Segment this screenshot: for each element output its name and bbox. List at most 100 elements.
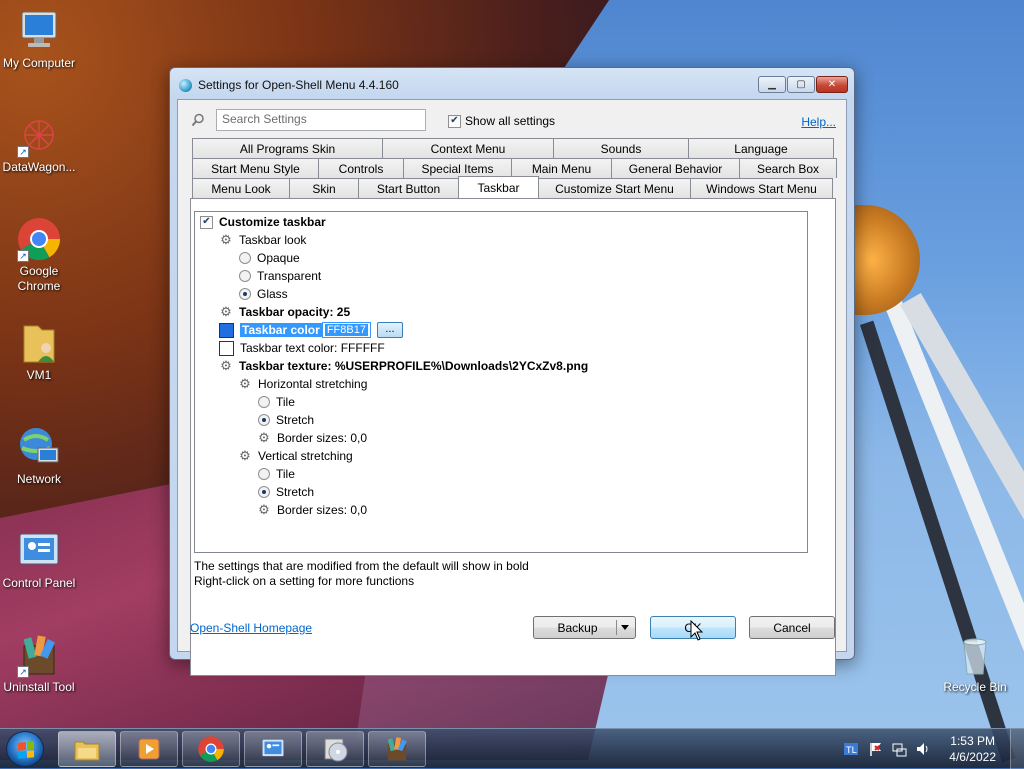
settings-dialog: Settings for Open-Shell Menu 4.4.160 ▁ ▢…	[169, 67, 855, 676]
open-shell-homepage-link[interactable]: Open-Shell Homepage	[190, 621, 312, 635]
search-input[interactable]: Search Settings	[216, 109, 426, 131]
chrome-icon: ↗	[16, 216, 62, 262]
start-button[interactable]	[6, 731, 44, 767]
tab-all-programs-skin[interactable]: All Programs Skin	[192, 138, 383, 158]
tree-item-h-border-sizes[interactable]: ⚙ Border sizes: 0,0	[257, 429, 367, 447]
desktop-icon-control-panel[interactable]: Control Panel	[0, 528, 79, 591]
radio-on-icon	[258, 486, 270, 498]
tab-sounds[interactable]: Sounds	[553, 138, 689, 158]
tree-item-customize-taskbar[interactable]: ✔ Customize taskbar	[200, 213, 326, 231]
help-link[interactable]: Help...	[801, 115, 836, 129]
app-tray-icon[interactable]: TL	[843, 741, 859, 757]
tab-row-1: All Programs Skin Context Menu Sounds La…	[192, 138, 834, 158]
cancel-button[interactable]: Cancel	[749, 616, 835, 639]
tree-item-vertical-stretching[interactable]: ⚙ Vertical stretching	[238, 447, 353, 465]
chrome-icon	[198, 736, 224, 762]
taskbar-uninstall-tool[interactable]	[368, 731, 426, 767]
desktop-icon-google-chrome[interactable]: ↗ Google Chrome	[0, 216, 79, 294]
checkbox-checked-icon: ✔	[200, 215, 213, 229]
taskbar-control-panel[interactable]	[244, 731, 302, 767]
tree-item-horizontal-stretching[interactable]: ⚙ Horizontal stretching	[238, 375, 367, 393]
radio-off-icon	[258, 468, 270, 480]
taskbar-file-explorer[interactable]	[58, 731, 116, 767]
taskbar: TL 1:53 PM 4/6/2022	[0, 728, 1024, 769]
cd-burner-icon	[324, 738, 348, 762]
gear-icon: ⚙	[258, 502, 270, 517]
minimize-button[interactable]: ▁	[758, 76, 786, 93]
network-tray-icon[interactable]	[891, 741, 907, 757]
tab-taskbar[interactable]: Taskbar	[458, 176, 539, 198]
tree-item-taskbar-texture[interactable]: ⚙ Taskbar texture: %USERPROFILE%\Downloa…	[219, 357, 588, 375]
tab-windows-start-menu[interactable]: Windows Start Menu	[690, 178, 833, 198]
gear-icon: ⚙	[220, 358, 232, 373]
radio-on-icon	[258, 414, 270, 426]
clock[interactable]: 1:53 PM 4/6/2022	[949, 733, 996, 765]
volume-icon[interactable]	[915, 741, 931, 757]
close-button[interactable]: ✕	[816, 76, 848, 93]
tab-controls[interactable]: Controls	[318, 158, 404, 178]
control-panel-icon	[16, 528, 62, 574]
desktop-icon-network[interactable]: Network	[0, 424, 79, 487]
tree-item-v-tile[interactable]: Tile	[258, 465, 295, 483]
backup-button[interactable]: Backup	[533, 616, 636, 639]
desktop-icon-my-computer[interactable]: My Computer	[0, 8, 79, 71]
tab-general-behavior[interactable]: General Behavior	[611, 158, 740, 178]
computer-icon	[16, 8, 62, 54]
tab-start-menu-style[interactable]: Start Menu Style	[192, 158, 319, 178]
system-tray: TL 1:53 PM 4/6/2022	[839, 729, 1024, 769]
checkbox-checked-icon: ✔	[448, 114, 461, 128]
show-desktop-button[interactable]	[1010, 729, 1024, 769]
desktop-icon-uninstall-tool[interactable]: ↗ Uninstall Tool	[0, 632, 79, 695]
windows-logo-icon	[18, 741, 34, 759]
open-shell-icon	[179, 79, 192, 92]
tab-special-items[interactable]: Special Items	[403, 158, 512, 178]
taskbar-chrome[interactable]	[182, 731, 240, 767]
window-title: Settings for Open-Shell Menu 4.4.160	[198, 78, 399, 92]
desktop-icon-vm1[interactable]: VM1	[0, 320, 79, 383]
tree-item-taskbar-color[interactable]: Taskbar color FF8B17 ...	[219, 321, 403, 339]
tab-context-menu[interactable]: Context Menu	[382, 138, 554, 158]
tree-item-v-stretch[interactable]: Stretch	[258, 483, 314, 501]
tab-customize-start-menu[interactable]: Customize Start Menu	[538, 178, 691, 198]
tree-item-h-tile[interactable]: Tile	[258, 393, 295, 411]
radio-off-icon	[258, 396, 270, 408]
taskbar-cd-burner[interactable]	[306, 731, 364, 767]
user-folder-icon	[16, 320, 62, 366]
tree-item-glass[interactable]: Glass	[239, 285, 288, 303]
tab-skin[interactable]: Skin	[289, 178, 359, 198]
gear-icon: ⚙	[239, 376, 251, 391]
tree-item-taskbar-look[interactable]: ⚙ Taskbar look	[219, 231, 306, 249]
color-picker-button[interactable]: ...	[376, 322, 403, 338]
control-panel-icon	[261, 739, 285, 757]
tree-item-v-border-sizes[interactable]: ⚙ Border sizes: 0,0	[257, 501, 367, 519]
svg-text:TL: TL	[845, 746, 857, 756]
close-icon: ✕	[827, 79, 837, 90]
tab-row-2: Start Menu Style Controls Special Items …	[192, 158, 837, 178]
maximize-button[interactable]: ▢	[787, 76, 815, 93]
flag-icon[interactable]	[867, 741, 883, 757]
tab-start-button[interactable]: Start Button	[358, 178, 459, 198]
datawagon-icon: ↗	[16, 112, 62, 158]
uninstall-tool-icon: ↗	[16, 632, 62, 678]
gear-icon: ⚙	[220, 304, 232, 319]
taskbar-color-input[interactable]: FF8B17	[321, 322, 371, 338]
tree-item-taskbar-text-color[interactable]: Taskbar text color: FFFFFF	[219, 339, 385, 357]
tree-item-opaque[interactable]: Opaque	[239, 249, 300, 267]
color-swatch-icon	[219, 340, 234, 356]
desktop-icon-datawagon[interactable]: ↗ DataWagon...	[0, 112, 79, 175]
tree-item-h-stretch[interactable]: Stretch	[258, 411, 314, 429]
mouse-cursor-icon	[690, 620, 704, 641]
dialog-client-area: Search Settings ✔ Show all settings Help…	[177, 99, 847, 676]
desktop-icon-recycle-bin[interactable]: Recycle Bin	[935, 632, 1015, 695]
tree-item-transparent[interactable]: Transparent	[239, 267, 321, 285]
settings-tree: ✔ Customize taskbar ⚙ Taskbar look Opaqu…	[194, 211, 808, 553]
tree-item-taskbar-opacity[interactable]: ⚙ Taskbar opacity: 25	[219, 303, 350, 321]
tab-menu-look[interactable]: Menu Look	[192, 178, 290, 198]
taskbar-media-player[interactable]	[120, 731, 178, 767]
right-click-note: Right-click on a setting for more functi…	[194, 574, 415, 588]
tab-language[interactable]: Language	[688, 138, 834, 158]
tab-main-menu[interactable]: Main Menu	[511, 158, 612, 178]
tab-search-box[interactable]: Search Box	[739, 158, 837, 178]
show-all-settings-checkbox[interactable]: ✔ Show all settings	[448, 114, 555, 128]
title-bar[interactable]: Settings for Open-Shell Menu 4.4.160 ▁ ▢…	[170, 68, 854, 102]
